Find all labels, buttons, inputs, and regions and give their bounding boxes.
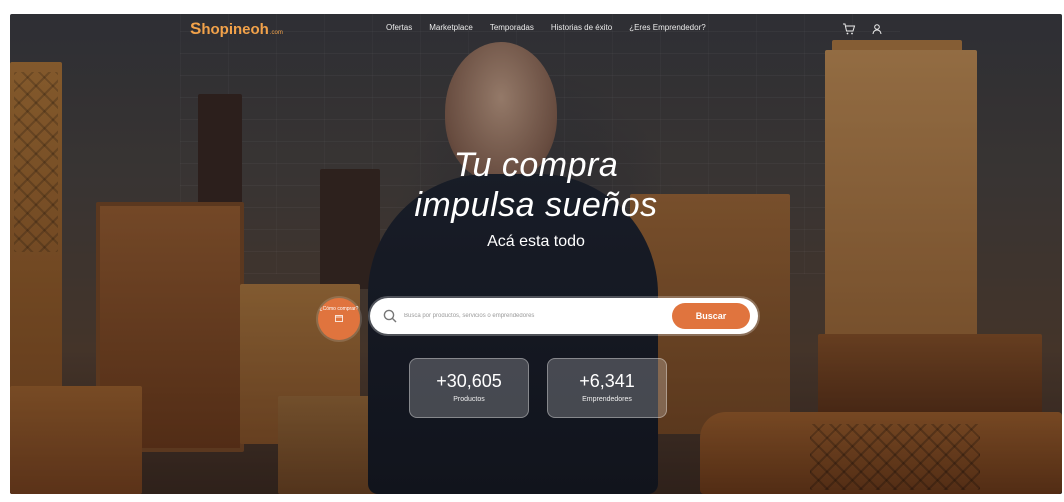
nav-item-temporadas[interactable]: Temporadas bbox=[490, 23, 534, 32]
nav-item-ofertas[interactable]: Ofertas bbox=[386, 23, 412, 32]
como-comprar-button[interactable]: ¿Cómo comprar? bbox=[318, 298, 360, 340]
stat-value: +30,605 bbox=[436, 371, 502, 391]
calendar-icon bbox=[335, 315, 343, 322]
hero-title-line2: impulsa sueños bbox=[414, 186, 658, 224]
nav-item-historias[interactable]: Historias de éxito bbox=[551, 23, 612, 32]
photo-overlay bbox=[10, 14, 1062, 494]
como-comprar-label: ¿Cómo comprar? bbox=[319, 306, 359, 312]
logo-tld: .com bbox=[269, 30, 283, 36]
cart-icon[interactable] bbox=[842, 22, 856, 36]
user-icon[interactable] bbox=[870, 22, 884, 36]
hero-title-line1: Tu compra bbox=[453, 146, 619, 184]
stat-productos: +30,605 Productos bbox=[409, 358, 529, 418]
logo-text: hopineoh bbox=[201, 21, 269, 38]
logo[interactable]: S hopineoh .com bbox=[190, 19, 283, 39]
main-nav: Ofertas Marketplace Temporadas Historias… bbox=[386, 23, 706, 32]
search-input[interactable] bbox=[404, 308, 654, 324]
nav-item-emprendedor[interactable]: ¿Eres Emprendedor? bbox=[629, 23, 705, 32]
search-bar: Buscar bbox=[370, 298, 758, 334]
hero-section: S hopineoh .com Ofertas Marketplace Temp… bbox=[10, 14, 1062, 494]
stat-value: +6,341 bbox=[579, 371, 635, 391]
navbar: S hopineoh .com Ofertas Marketplace Temp… bbox=[10, 14, 1062, 44]
stat-label: Emprendedores bbox=[582, 396, 632, 403]
stat-emprendedores: +6,341 Emprendedores bbox=[547, 358, 667, 418]
hero-subtitle: Acá esta todo bbox=[487, 233, 585, 250]
search-button[interactable]: Buscar bbox=[672, 303, 750, 329]
search-icon bbox=[382, 308, 398, 324]
nav-item-marketplace[interactable]: Marketplace bbox=[429, 23, 473, 32]
stat-label: Productos bbox=[453, 396, 485, 403]
logo-mark: S bbox=[190, 19, 202, 38]
